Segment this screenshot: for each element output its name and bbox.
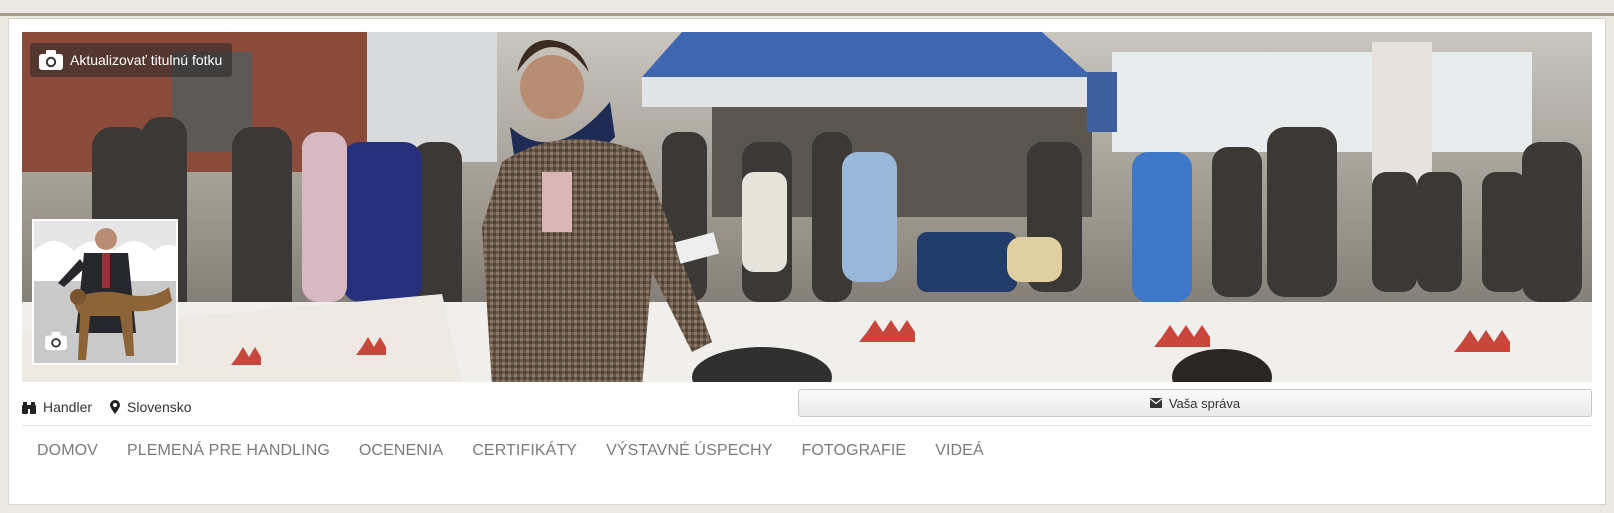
envelope-icon bbox=[1149, 398, 1162, 408]
profile-location-label: Slovensko bbox=[127, 399, 192, 415]
profile-info-row: Handler Slovensko Vaša správa bbox=[22, 389, 1592, 429]
binoculars-icon bbox=[22, 401, 36, 414]
section-divider bbox=[22, 425, 1592, 426]
profile-header-card: Aktualizovať titulnú fotku Handler Slove… bbox=[8, 18, 1606, 505]
tab-domov[interactable]: DOMOV bbox=[37, 442, 98, 460]
tab-ocenenia[interactable]: OCENENIA bbox=[359, 442, 443, 460]
top-accent-strip bbox=[0, 0, 1614, 16]
profile-role: Handler bbox=[22, 399, 92, 415]
profile-location: Slovensko bbox=[110, 399, 192, 415]
profile-nav-tabs: DOMOV PLEMENÁ PRE HANDLING OCENENIA CERT… bbox=[22, 433, 1592, 469]
camera-icon bbox=[38, 49, 64, 71]
cover-photo-scene bbox=[22, 32, 1592, 382]
tab-fotografie[interactable]: FOTOGRAFIE bbox=[801, 442, 906, 460]
tab-plemena-pre-handling[interactable]: PLEMENÁ PRE HANDLING bbox=[127, 442, 330, 460]
avatar[interactable] bbox=[32, 219, 178, 365]
send-message-button[interactable]: Vaša správa bbox=[798, 389, 1592, 417]
camera-icon bbox=[44, 331, 68, 356]
cover-photo: Aktualizovať titulnú fotku bbox=[22, 32, 1592, 382]
tab-certifikaty[interactable]: CERTIFIKÁTY bbox=[472, 442, 577, 460]
tab-vystavne-uspechy[interactable]: VÝSTAVNÉ ÚSPECHY bbox=[606, 442, 772, 460]
update-cover-photo-label: Aktualizovať titulnú fotku bbox=[70, 52, 223, 68]
map-pin-icon bbox=[110, 400, 120, 414]
avatar-camera-button[interactable] bbox=[42, 331, 70, 355]
update-cover-photo-button[interactable]: Aktualizovať titulnú fotku bbox=[30, 43, 233, 77]
send-message-label: Vaša správa bbox=[1168, 395, 1241, 411]
profile-role-label: Handler bbox=[43, 399, 93, 415]
tab-videa[interactable]: VIDEÁ bbox=[935, 442, 984, 460]
